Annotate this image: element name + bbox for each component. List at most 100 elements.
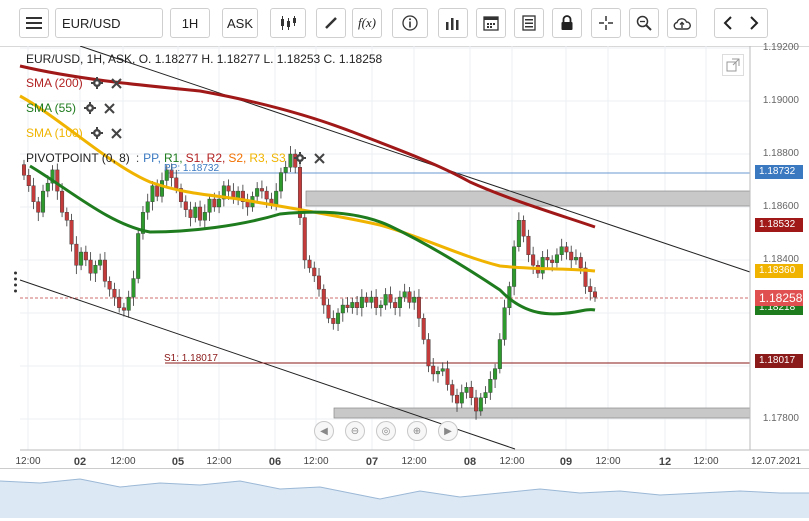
calendar-button[interactable]	[476, 8, 506, 38]
candle-body	[554, 254, 559, 263]
price-chart[interactable]: PP: 1.18732 S1: 1.18017	[0, 46, 809, 468]
pivot-sep: :	[135, 151, 140, 165]
y-tick-label: 1.19000	[762, 95, 799, 106]
candle-body	[83, 251, 88, 261]
candle-body	[345, 304, 350, 308]
pivot-s2: S2,	[228, 151, 247, 165]
candle-body	[88, 259, 93, 274]
x-tick-label: 08	[463, 456, 477, 468]
candle-body	[569, 251, 574, 261]
zoom-out-button[interactable]: ⊖	[345, 421, 365, 441]
candle-body	[369, 296, 374, 303]
candle-body	[212, 198, 217, 208]
lock-icon	[561, 15, 573, 30]
candle-body	[516, 220, 521, 247]
candle-body	[41, 190, 46, 213]
sma55-label[interactable]: SMA (55)	[26, 101, 76, 115]
list-button[interactable]	[514, 8, 544, 38]
scroll-left-button[interactable]: ◀	[314, 421, 334, 441]
candle-body	[426, 339, 431, 367]
menu-button[interactable]	[19, 8, 49, 38]
candle-body	[455, 394, 460, 404]
cloud-upload-icon	[673, 18, 691, 30]
candle-body	[388, 294, 393, 303]
pivot-label[interactable]: PIVOTPOINT (0, 8)	[26, 151, 130, 165]
lock-button[interactable]	[552, 8, 582, 38]
symbol-input[interactable]: EUR/USD	[55, 8, 163, 38]
legend-pivot: PIVOTPOINT (0, 8) : PP, R1, S1, R2, S2, …	[26, 149, 325, 167]
candle-body	[74, 243, 79, 266]
x-tick-label: 06	[268, 456, 282, 468]
candle-body	[564, 246, 569, 253]
gear-icon[interactable]	[84, 102, 97, 114]
candle-body	[202, 212, 207, 221]
candle-body	[573, 257, 578, 261]
candle-body	[393, 302, 398, 308]
crosshair-button[interactable]	[591, 8, 621, 38]
gear-icon[interactable]	[293, 152, 306, 164]
candle-body	[226, 185, 231, 192]
price-tag: 1.18360	[755, 263, 803, 278]
candle-body	[55, 169, 60, 192]
navigator-strip[interactable]	[0, 468, 809, 518]
indicators-button[interactable]	[438, 8, 468, 38]
pivot-pp: PP,	[143, 151, 161, 165]
candle-body	[69, 220, 74, 245]
share-button[interactable]	[667, 8, 697, 38]
candle-body	[198, 206, 203, 221]
candle-body	[31, 185, 36, 202]
candle-body	[493, 368, 498, 380]
gear-icon[interactable]	[90, 77, 103, 89]
zoom-in-button[interactable]: ⊕	[407, 421, 427, 441]
candle-body	[588, 286, 593, 292]
candle-body	[150, 185, 155, 202]
pivot-r1: R1,	[163, 151, 183, 165]
close-icon[interactable]	[314, 152, 325, 164]
candle-body	[193, 206, 198, 218]
price-tag: 1.18732	[755, 165, 803, 180]
expand-icon	[726, 58, 740, 72]
candle-body	[259, 188, 264, 192]
drag-handle[interactable]	[13, 270, 18, 294]
candle-body	[340, 304, 345, 314]
sma200-label[interactable]: SMA (200)	[26, 76, 83, 90]
expand-button[interactable]	[722, 54, 744, 76]
prev-icon[interactable]	[723, 16, 733, 30]
candle-body	[174, 177, 179, 189]
candle-body	[431, 365, 436, 375]
zoom-icon	[636, 15, 652, 31]
candle-body	[469, 387, 474, 399]
candle-body	[312, 267, 317, 277]
zoom-button[interactable]	[629, 8, 659, 38]
function-button[interactable]: f(x)	[352, 8, 382, 38]
close-icon[interactable]	[110, 127, 122, 139]
ohlc-readout: EUR/USD, 1H, ASK, O. 1.18277 H. 1.18277 …	[26, 52, 383, 66]
candle-body	[364, 296, 369, 303]
next-icon[interactable]	[749, 16, 759, 30]
bars-icon	[446, 18, 459, 30]
candle-body	[531, 254, 536, 266]
candle-body	[521, 220, 526, 237]
x-tick-label: 12:00	[401, 456, 427, 467]
chart-type-button[interactable]	[270, 8, 306, 38]
candle-body	[98, 259, 103, 266]
candle-body	[274, 190, 279, 205]
sma100-label[interactable]: SMA (100)	[26, 126, 83, 140]
candle-body	[60, 190, 65, 213]
candle-body	[474, 397, 479, 412]
pivot-r3: R3,	[249, 151, 269, 165]
close-icon[interactable]	[104, 102, 115, 114]
candle-body	[317, 275, 322, 290]
price-type-select[interactable]: ASK	[222, 8, 258, 38]
candle-body	[593, 291, 598, 298]
close-icon[interactable]	[110, 77, 122, 89]
chart-grid	[20, 46, 750, 450]
info-button[interactable]	[392, 8, 428, 38]
gear-icon[interactable]	[90, 127, 103, 139]
draw-button[interactable]	[316, 8, 346, 38]
reset-zoom-button[interactable]: ◎	[376, 421, 396, 441]
candle-body	[488, 379, 493, 393]
timeframe-select[interactable]: 1H	[170, 8, 210, 38]
scroll-right-button[interactable]: ▶	[438, 421, 458, 441]
candle-body	[321, 288, 326, 306]
